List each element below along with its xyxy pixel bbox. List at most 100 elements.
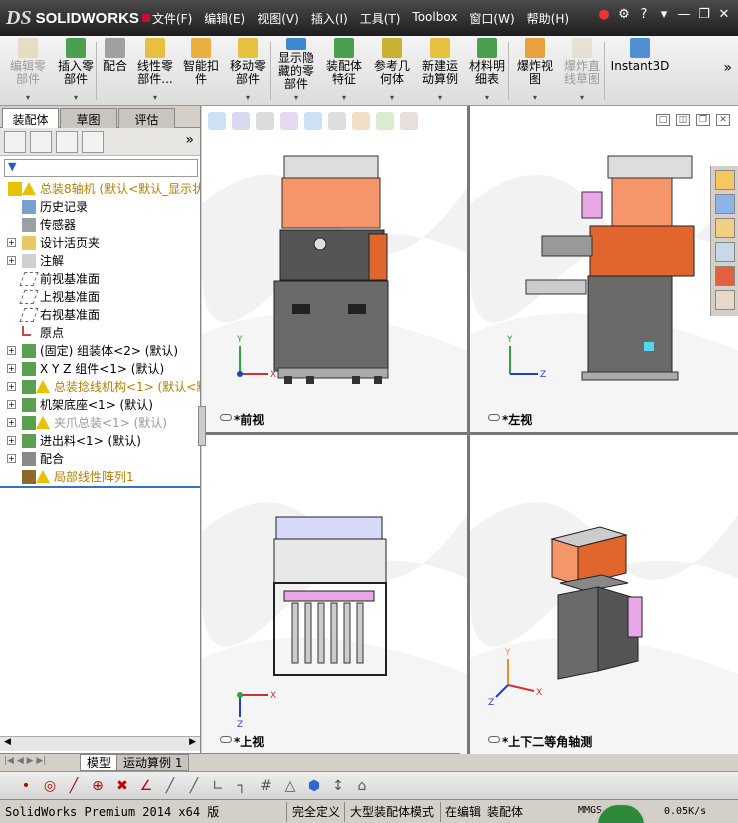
- chevron-down-icon[interactable]: ▾: [485, 91, 489, 104]
- chevron-down-icon[interactable]: ▾: [342, 91, 346, 104]
- smart-icon[interactable]: ┐: [232, 776, 252, 796]
- previous-view-icon[interactable]: [256, 112, 274, 130]
- restore-viewport-icon[interactable]: ❐: [696, 114, 710, 126]
- tree-item[interactable]: 上视基准面: [0, 288, 200, 306]
- tab-sketch[interactable]: 草图: [60, 108, 117, 128]
- restore-icon[interactable]: ❐: [696, 6, 712, 24]
- appearance-icon[interactable]: [352, 112, 370, 130]
- ribbon-button-3[interactable]: 线性零 部件... ▾: [132, 38, 178, 104]
- triangle-icon[interactable]: △: [280, 776, 300, 796]
- expand-toggle-icon[interactable]: +: [7, 400, 16, 409]
- chevron-down-icon[interactable]: ▾: [580, 91, 584, 104]
- circle-icon[interactable]: ◎: [40, 776, 60, 796]
- tree-item[interactable]: + X Y Z 组件<1> (默认): [0, 360, 200, 378]
- rebuild-icon[interactable]: ●: [596, 6, 612, 24]
- tree-filter-field[interactable]: ▼: [4, 159, 198, 177]
- rollback-bar[interactable]: [0, 486, 200, 488]
- minimize-icon[interactable]: —: [676, 6, 692, 24]
- graphics-area[interactable]: Y X *前视 Y Z *左视 X Z *上视 Y X Z *上下二等角轴测 □ ◫ ❐ ✕: [198, 106, 738, 754]
- chevron-down-icon[interactable]: ▾: [390, 91, 394, 104]
- tree-item[interactable]: + (固定) 组装体<2> (默认): [0, 342, 200, 360]
- ribbon-button-9[interactable]: 新建运 动算例 ▾: [416, 38, 464, 104]
- viewport-link-icon[interactable]: [488, 414, 500, 421]
- chevron-down-icon[interactable]: ▾: [74, 91, 78, 104]
- tree-item[interactable]: 历史记录: [0, 198, 200, 216]
- view-icon[interactable]: ⌂: [352, 776, 372, 796]
- ribbon-button-8[interactable]: 参考几 何体 ▾: [368, 38, 416, 104]
- viewport-isometric[interactable]: Y X Z *上下二等角轴测: [470, 435, 738, 754]
- custom-properties-icon[interactable]: [715, 290, 735, 310]
- move-icon[interactable]: ↕: [328, 776, 348, 796]
- property-manager-tab-icon[interactable]: [30, 131, 52, 153]
- point-icon[interactable]: •: [16, 776, 36, 796]
- tree-item[interactable]: 传感器: [0, 216, 200, 234]
- tree-item[interactable]: + 配合: [0, 450, 200, 468]
- menu-item[interactable]: 插入(I): [305, 8, 354, 29]
- ribbon-button-5[interactable]: 移动零 部件 ▾: [224, 38, 272, 104]
- expand-toggle-icon[interactable]: +: [7, 364, 16, 373]
- design-library-icon[interactable]: [715, 194, 735, 214]
- options-icon[interactable]: ⚙: [616, 6, 632, 24]
- angle-icon[interactable]: ∠: [136, 776, 156, 796]
- two-view-icon[interactable]: ◫: [676, 114, 690, 126]
- corner-icon[interactable]: ∟: [208, 776, 228, 796]
- expand-toggle-icon[interactable]: +: [7, 418, 16, 427]
- expand-toggle-icon[interactable]: +: [7, 382, 16, 391]
- chevron-down-icon[interactable]: ▾: [26, 91, 30, 104]
- solidworks-logo[interactable]: DS SOLIDWORKS: [6, 6, 150, 30]
- viewport-front[interactable]: Y X *前视: [202, 106, 467, 432]
- display-manager-tab-icon[interactable]: [82, 131, 104, 153]
- chevron-down-icon[interactable]: ▾: [294, 91, 298, 104]
- tab-evaluate[interactable]: 评估: [118, 108, 175, 128]
- tree-item[interactable]: + 设计活页夹: [0, 234, 200, 252]
- tree-item[interactable]: 原点: [0, 324, 200, 342]
- tab-nav-icon[interactable]: |◀ ◀ ▶ ▶|: [4, 756, 46, 766]
- scroll-left-icon[interactable]: ◀: [4, 737, 11, 747]
- more-commands-icon[interactable]: »: [723, 60, 732, 76]
- chevron-down-icon[interactable]: ▾: [246, 91, 250, 104]
- tree-item[interactable]: + 夹爪总装<1> (默认): [0, 414, 200, 432]
- chevron-down-icon[interactable]: ▾: [438, 91, 442, 104]
- appearances-icon[interactable]: [715, 266, 735, 286]
- ribbon-button-10[interactable]: 材料明 细表 ▾: [464, 38, 510, 104]
- view-palette-icon[interactable]: [715, 242, 735, 262]
- ribbon-button-13[interactable]: Instant3D: [604, 38, 676, 104]
- ribbon-button-11[interactable]: 爆炸视 图 ▾: [510, 38, 560, 104]
- close-viewport-icon[interactable]: ✕: [716, 114, 730, 126]
- ribbon-button-0[interactable]: 编辑零 部件 ▾: [4, 38, 52, 104]
- chevron-down-icon[interactable]: ▾: [533, 91, 537, 104]
- viewport-top[interactable]: X Z *上视: [202, 435, 467, 754]
- menu-item[interactable]: 文件(F): [146, 8, 198, 29]
- viewport-link-icon[interactable]: [220, 414, 232, 421]
- viewport-link-icon[interactable]: [220, 736, 232, 743]
- panel-collapse-handle[interactable]: [198, 406, 206, 446]
- trim-icon[interactable]: ✖: [112, 776, 132, 796]
- ribbon-button-12[interactable]: 爆炸直 线草图 ▾: [560, 38, 604, 104]
- expand-toggle-icon[interactable]: +: [7, 436, 16, 445]
- viewport-left[interactable]: Y Z *左视: [470, 106, 738, 432]
- expand-toggle-icon[interactable]: +: [7, 454, 16, 463]
- close-icon[interactable]: ✕: [716, 6, 732, 24]
- menu-item[interactable]: 帮助(H): [521, 8, 575, 29]
- tree-item[interactable]: + 总装捻线机构<1> (默认<默: [0, 378, 200, 396]
- menu-item[interactable]: 视图(V): [251, 8, 305, 29]
- configuration-tab-icon[interactable]: [56, 131, 78, 153]
- menu-item[interactable]: Toolbox: [406, 8, 463, 29]
- line-icon[interactable]: ╱: [64, 776, 84, 796]
- ribbon-button-7[interactable]: 装配体 特征 ▾: [320, 38, 368, 104]
- menu-item[interactable]: 工具(T): [354, 8, 407, 29]
- tree-item[interactable]: + 注解: [0, 252, 200, 270]
- tree-item[interactable]: + 机架底座<1> (默认): [0, 396, 200, 414]
- zoom-area-icon[interactable]: [232, 112, 250, 130]
- view-orientation-icon[interactable]: [304, 112, 322, 130]
- expand-panel-icon[interactable]: »: [185, 132, 194, 148]
- tab-model[interactable]: 模型: [80, 754, 119, 771]
- tab-assembly[interactable]: 装配体: [2, 108, 59, 128]
- chevron-down-icon[interactable]: ▾: [656, 6, 672, 24]
- ribbon-button-4[interactable]: 智能扣 件: [178, 38, 224, 104]
- scene-icon[interactable]: [376, 112, 394, 130]
- dim2-icon[interactable]: ╱: [184, 776, 204, 796]
- viewport-link-icon[interactable]: [488, 736, 500, 743]
- ribbon-button-6[interactable]: 显示隐 藏的零 部件 ▾: [272, 38, 320, 104]
- chevron-down-icon[interactable]: ▾: [153, 91, 157, 104]
